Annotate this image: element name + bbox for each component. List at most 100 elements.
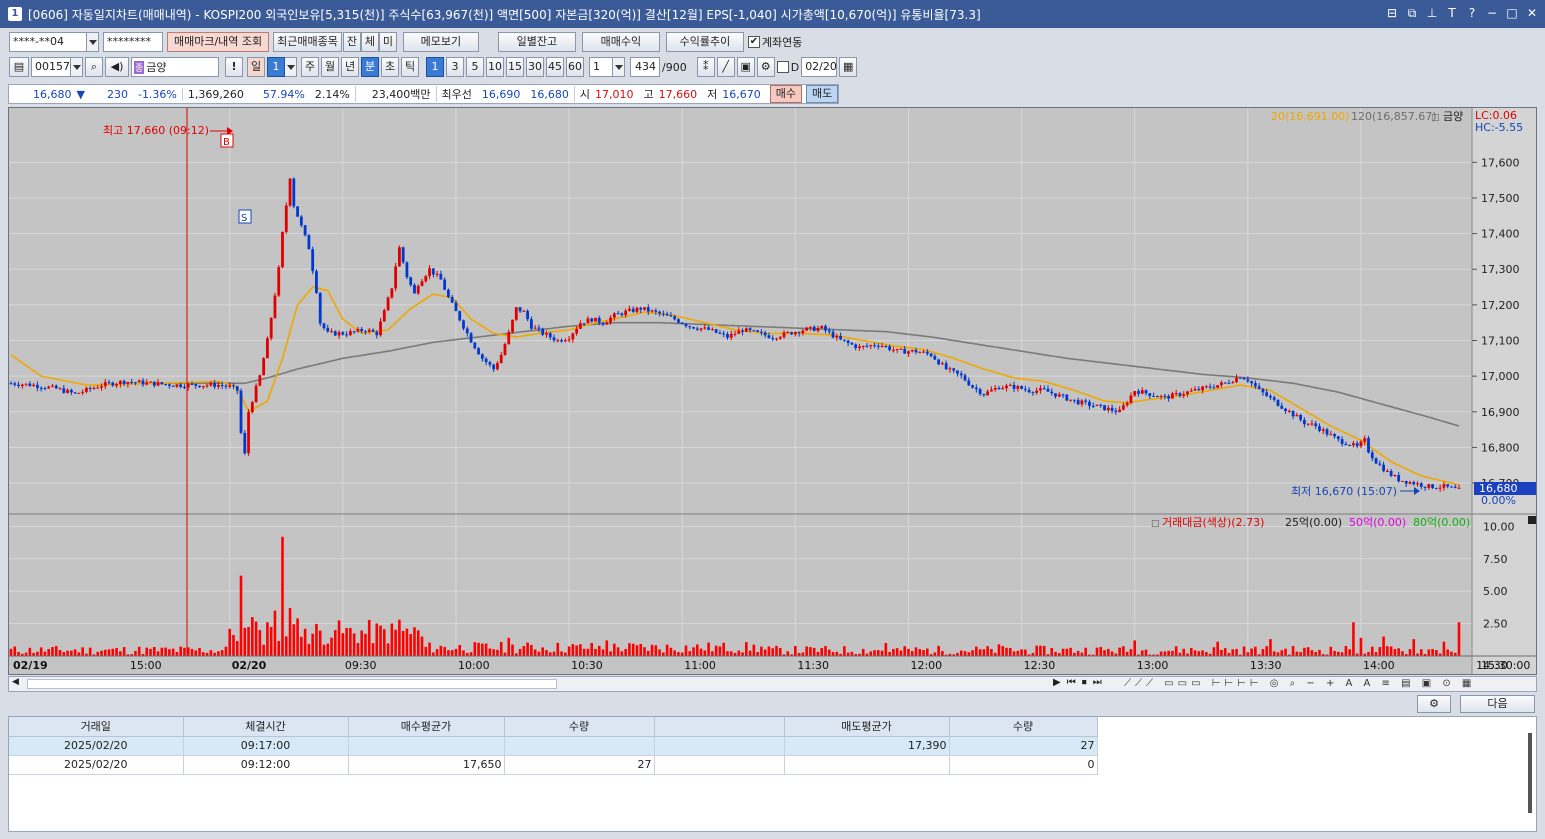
save-icon[interactable]: ▣: [736, 57, 755, 77]
copy-window-icon[interactable]: ⧉: [1405, 6, 1419, 20]
minute-5[interactable]: 5: [466, 57, 484, 77]
volume-bar: [1163, 651, 1167, 656]
period-month[interactable]: 월: [321, 57, 339, 77]
layout-icon[interactable]: ⊟: [1385, 6, 1399, 20]
ma20-layer: [10, 286, 1460, 486]
next-button[interactable]: 다음: [1460, 695, 1535, 713]
period-second[interactable]: 초: [381, 57, 399, 77]
col-sell-avg[interactable]: 매도평균가: [784, 717, 950, 737]
password-field[interactable]: ********: [103, 32, 163, 52]
alert-button[interactable]: !: [225, 57, 243, 77]
candle-body: [1129, 395, 1133, 403]
table-settings-icon[interactable]: ⚙: [1417, 695, 1451, 713]
volume-bar: [1220, 649, 1223, 656]
maximize-icon[interactable]: □: [1505, 6, 1519, 20]
date-field[interactable]: 02/20: [801, 57, 838, 77]
minute-15[interactable]: 15: [506, 57, 524, 77]
volume-bar: [714, 645, 718, 656]
font-icon[interactable]: T: [1445, 6, 1459, 20]
search-icon[interactable]: ⌕: [85, 57, 103, 77]
volume-bar: [684, 645, 688, 656]
trade-mark-query-button[interactable]: 매매마크/내역 조회: [167, 32, 270, 52]
table-row[interactable]: 2025/02/20 09:17:00 17,390 27: [9, 736, 1098, 756]
period-year[interactable]: 년: [341, 57, 359, 77]
code-dropdown-icon[interactable]: [71, 57, 83, 77]
chart-area[interactable]: 17,600 17,500 17,400 17,300 17,200 17,100 17,0…: [8, 107, 1537, 675]
minute-1[interactable]: 1: [426, 57, 444, 77]
checkbox-checked-icon[interactable]: ✔: [747, 36, 760, 48]
chart-scrollbar[interactable]: ◀ ▶⏮⏹⏭ ⟋⟋⟋ ▭▭▭ ⊢⊢⊢⊢ ◎ ⌕ − + A A ≡ ▤ ▣ ⊙ …: [8, 676, 1537, 692]
col-buy-qty[interactable]: 수량: [504, 717, 655, 737]
trade-profit-button[interactable]: 매매수익: [581, 32, 660, 52]
candle-body: [179, 384, 183, 388]
minute-30[interactable]: 30: [526, 57, 544, 77]
col-buy-avg[interactable]: 매수평균가: [348, 717, 505, 737]
stock-name-field[interactable]: 종 금양: [131, 57, 219, 77]
period-dropdown-icon[interactable]: [285, 57, 297, 77]
volume-tick-label: 7.50: [1483, 553, 1508, 566]
bar-count-field[interactable]: 434: [630, 57, 660, 77]
minute-3[interactable]: 3: [446, 57, 464, 77]
scroll-left-icon[interactable]: ◀: [12, 677, 19, 687]
settings-gear-icon[interactable]: ⚙: [756, 57, 775, 77]
help-icon[interactable]: ?: [1465, 6, 1479, 20]
table-scrollbar[interactable]: [1528, 733, 1532, 813]
account-select[interactable]: ****-**04: [9, 32, 87, 52]
volume-bar: [341, 633, 345, 656]
period-tick[interactable]: 틱: [401, 57, 419, 77]
speaker-icon[interactable]: ◀): [105, 57, 129, 77]
minimize-icon[interactable]: −: [1485, 6, 1499, 20]
col-sell-qty[interactable]: 수량: [949, 717, 1098, 737]
drawing-tool-icon[interactable]: ╱: [716, 57, 735, 77]
chart-type-icon[interactable]: ▤: [9, 57, 29, 77]
panel-close-icon[interactable]: [1528, 516, 1536, 524]
daily-balance-button[interactable]: 일별잔고: [497, 32, 576, 52]
volume-bar: [1389, 646, 1393, 656]
minute-10[interactable]: 10: [486, 57, 504, 77]
buy-button[interactable]: 매수: [769, 85, 803, 103]
profit-rate-trend-button[interactable]: 수익률추이: [665, 32, 744, 52]
scroll-thumb[interactable]: [27, 679, 557, 689]
pin-icon[interactable]: ⊥: [1425, 6, 1439, 20]
period-day-count[interactable]: 1: [267, 57, 285, 77]
volume-bar: [1008, 648, 1012, 656]
volume-bar: [658, 649, 661, 656]
executed-button[interactable]: 체: [360, 32, 379, 52]
period-week[interactable]: 주: [301, 57, 319, 77]
candle-body: [752, 330, 756, 332]
minute-45[interactable]: 45: [546, 57, 564, 77]
recent-trades-button[interactable]: 최근매매종목: [273, 32, 342, 52]
stock-code-field[interactable]: 001570: [31, 57, 77, 77]
volume-bar: [507, 637, 511, 656]
col-exec-time[interactable]: 체결시간: [183, 717, 349, 737]
volume-bar: [1084, 647, 1087, 656]
table-row[interactable]: 2025/02/20 09:12:00 17,650 27 0: [9, 755, 1098, 775]
volume-bar: [435, 649, 439, 656]
minute-60[interactable]: 60: [566, 57, 584, 77]
candle-body: [243, 432, 247, 454]
candle-body: [876, 345, 880, 347]
balance-button[interactable]: 잔: [342, 32, 361, 52]
volume-bar: [1159, 651, 1163, 656]
period-day[interactable]: 일: [247, 57, 265, 77]
candle-body: [469, 333, 473, 343]
playback-controls[interactable]: ▶⏮⏹⏭: [1053, 677, 1108, 688]
memo-button[interactable]: 메모보기: [402, 32, 479, 52]
sell-button[interactable]: 매도: [806, 85, 839, 103]
volume-bar: [861, 648, 865, 656]
price-volume-chart[interactable]: 17,600 17,500 17,400 17,300 17,200 17,100 17,0…: [9, 108, 1536, 674]
volume-bar: [1265, 646, 1268, 656]
multiplier-dropdown-icon[interactable]: [613, 57, 625, 77]
calendar-icon[interactable]: ▦: [839, 57, 858, 77]
unfilled-button[interactable]: 미: [378, 32, 397, 52]
multiplier-field[interactable]: 1: [589, 57, 613, 77]
account-link-toggle[interactable]: ✔ 계좌연동: [747, 34, 802, 50]
period-minute[interactable]: 분: [361, 57, 379, 77]
close-icon[interactable]: ✕: [1525, 6, 1539, 20]
d-checkbox[interactable]: [776, 61, 789, 73]
col-trade-date[interactable]: 거래일: [9, 717, 184, 737]
chart-tool-icons[interactable]: ⟋⟋⟋ ▭▭▭ ⊢⊢⊢⊢ ◎ ⌕ − + A A ≡ ▤ ▣ ⊙ ▦: [1124, 678, 1534, 689]
candle-body: [1434, 488, 1438, 490]
indicator-icon[interactable]: ⁑: [696, 57, 715, 77]
account-dropdown-icon[interactable]: [87, 32, 99, 52]
